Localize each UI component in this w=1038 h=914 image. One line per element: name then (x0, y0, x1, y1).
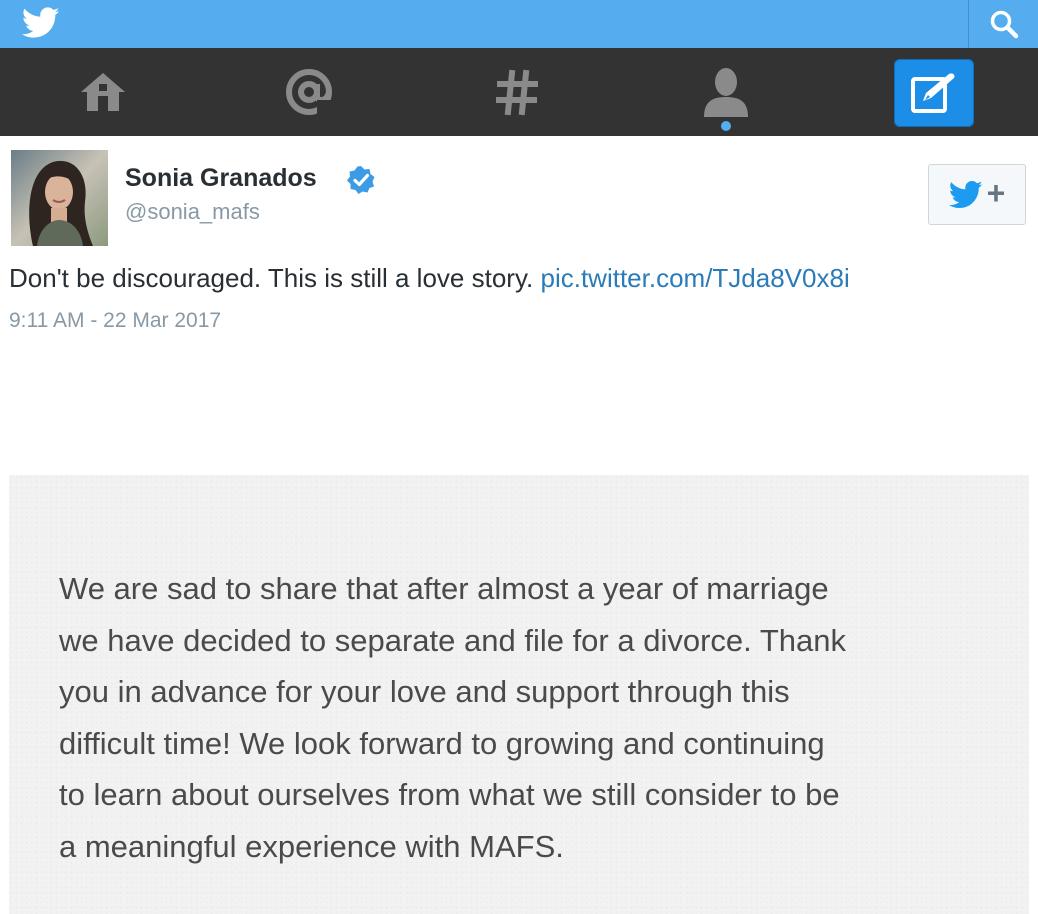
search-icon (990, 10, 1018, 39)
profile-icon (704, 68, 748, 117)
tweet-timestamp[interactable]: 9:11 AM - 22 Mar 2017 (9, 309, 221, 333)
tweet-media-link[interactable]: pic.twitter.com/TJda8V0x8i (540, 263, 849, 293)
twitter-bird-icon[interactable] (21, 6, 60, 40)
top-bar (0, 0, 1038, 48)
attached-image-text: We are sad to share that after almost a … (59, 571, 846, 864)
search-button[interactable] (968, 0, 1038, 48)
mentions-icon (286, 69, 333, 116)
nav-home[interactable] (53, 48, 153, 136)
tweet-attached-image[interactable]: We are sad to share that after almost a … (9, 475, 1029, 914)
user-handle[interactable]: @sonia_mafs (125, 199, 260, 225)
follow-bird-plus-icon (948, 180, 983, 208)
avatar[interactable] (11, 150, 108, 246)
verified-badge-icon (346, 165, 376, 195)
tweet-text: Don't be discouraged. This is still a lo… (9, 263, 850, 294)
nav-bar (0, 48, 1038, 136)
tweet-body: Don't be discouraged. This is still a lo… (9, 263, 534, 293)
plus-icon: + (986, 175, 1006, 211)
hashtag-icon (496, 69, 538, 116)
follow-button[interactable]: + (928, 164, 1026, 225)
nav-discover[interactable] (467, 48, 567, 136)
compose-icon (911, 73, 955, 113)
active-tab-indicator (721, 121, 731, 131)
user-display-name[interactable]: Sonia Granados (125, 164, 317, 193)
nav-mentions[interactable] (259, 48, 359, 136)
nav-compose[interactable] (894, 59, 974, 127)
home-icon (81, 73, 125, 111)
